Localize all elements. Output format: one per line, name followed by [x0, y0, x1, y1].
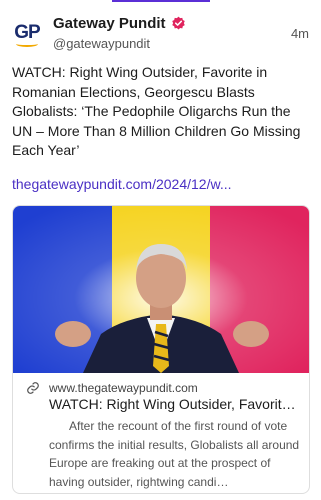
link-preview-card[interactable]: www.thegatewaypundit.com WATCH: Right Wi…: [12, 205, 310, 494]
link-preview-image: [13, 206, 309, 373]
author-handle[interactable]: @gatewaypundit: [53, 36, 150, 51]
verified-check-icon: [171, 16, 185, 30]
link-preview-description: After the recount of the first round of …: [49, 419, 300, 489]
avatar[interactable]: GP: [12, 20, 42, 50]
link-preview-url-row: www.thegatewaypundit.com: [26, 381, 198, 395]
post-header: GP Gateway Pundit @gatewaypundit 4m: [12, 14, 309, 58]
post-timestamp[interactable]: 4m: [291, 26, 309, 41]
avatar-logo-swoosh: [16, 41, 38, 47]
link-icon: [27, 382, 39, 394]
post-link[interactable]: thegatewaypundit.com/2024/12/w...: [12, 176, 231, 192]
link-preview-title: WATCH: Right Wing Outsider, Favorite…: [49, 396, 301, 412]
link-preview-url: www.thegatewaypundit.com: [49, 381, 198, 395]
top-tab-indicator: [112, 0, 210, 2]
post-text: WATCH: Right Wing Outsider, Favorite in …: [12, 64, 301, 158]
avatar-logo-text: GP: [14, 21, 40, 43]
author-name-row: Gateway Pundit: [53, 15, 186, 32]
author-display-name[interactable]: Gateway Pundit: [53, 15, 166, 32]
